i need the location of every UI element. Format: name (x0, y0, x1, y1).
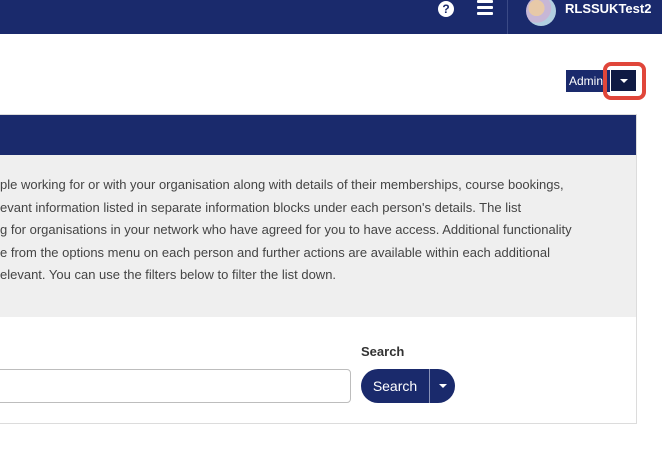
user-avatar[interactable] (526, 0, 556, 26)
nav-divider (507, 0, 508, 34)
search-dropdown-toggle[interactable] (430, 369, 455, 403)
panel-header (0, 115, 636, 155)
panel-description: ple working for or with your organisatio… (0, 155, 636, 317)
caret-down-icon (439, 384, 447, 388)
top-navbar: ? RLSSUKTest2 (0, 0, 662, 34)
description-line: g for organisations in your network who … (0, 222, 572, 237)
description-line: elevant. You can use the filters below t… (0, 267, 337, 282)
description-line: evant information listed in separate inf… (0, 199, 522, 215)
description-line: e from the options menu on each person a… (0, 244, 550, 260)
search-button[interactable]: Search (361, 369, 429, 403)
help-icon[interactable]: ? (438, 1, 454, 17)
hamburger-menu-icon[interactable] (477, 0, 493, 15)
search-label: Search (361, 344, 405, 359)
username[interactable]: RLSSUKTest2 (565, 1, 651, 16)
search-input[interactable] (0, 369, 351, 403)
people-panel: ple working for or with your organisatio… (0, 114, 637, 424)
admin-dropdown-toggle[interactable] (610, 69, 637, 92)
description-line: ple working for or with your organisatio… (0, 177, 564, 192)
caret-down-icon (620, 79, 628, 83)
search-button-group: Search (361, 369, 455, 403)
